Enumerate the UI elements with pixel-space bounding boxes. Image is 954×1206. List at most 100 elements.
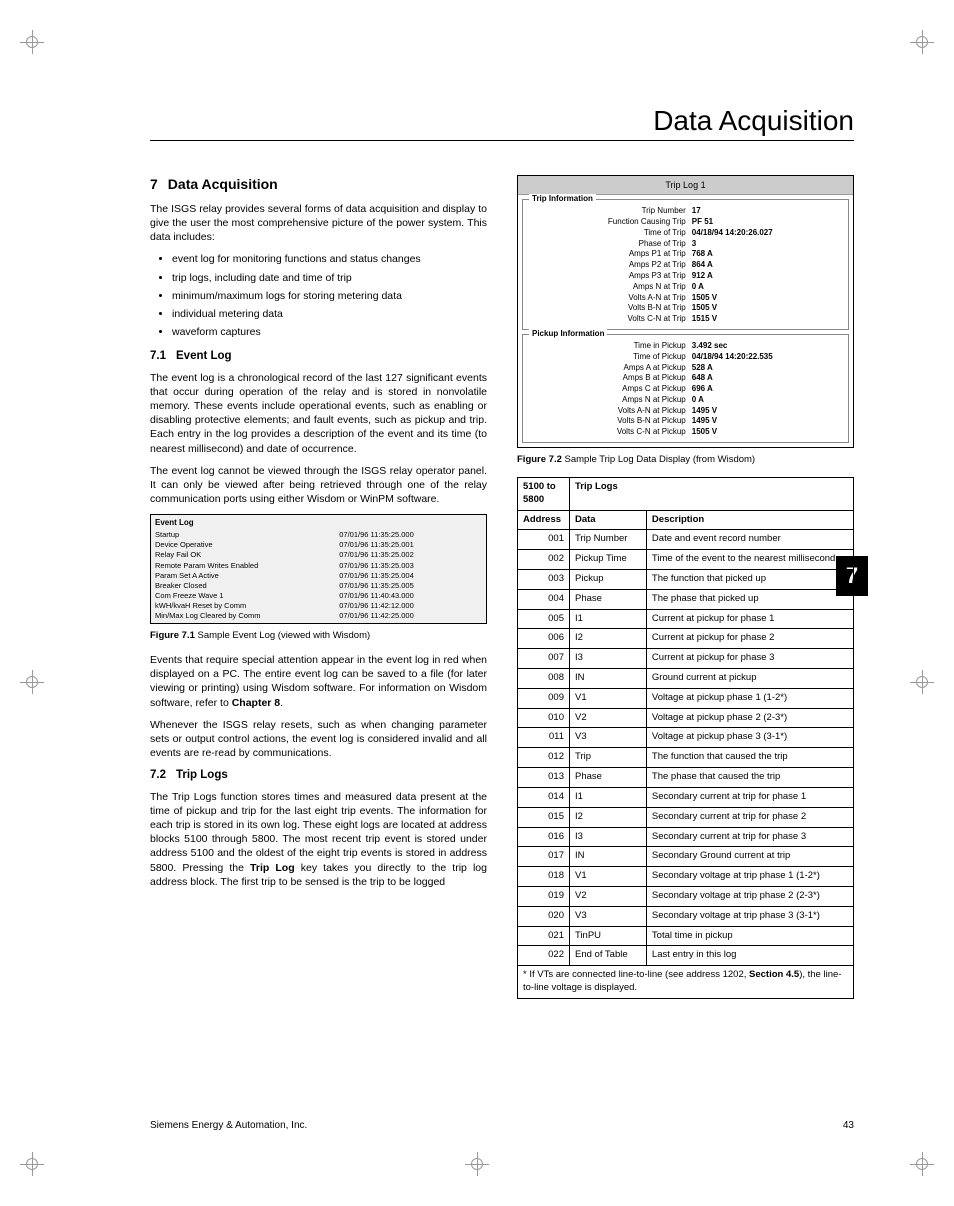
info-row: Function Causing TripPF 51 (529, 217, 842, 228)
cell-data: V2 (570, 886, 647, 906)
info-label: Time of Trip (529, 228, 692, 239)
table-row: 011V3Voltage at pickup phase 3 (3-1*) (518, 728, 854, 748)
info-label: Amps N at Pickup (529, 395, 692, 406)
trip-logs-table: 5100 to 5800 Trip Logs Address Data Desc… (517, 477, 854, 999)
info-value: 1515 V (692, 314, 717, 325)
event-name: Remote Param Writes Enabled (151, 561, 335, 571)
info-row: Amps C at Pickup696 A (529, 384, 842, 395)
col-address: Address (518, 510, 570, 530)
event-name: kWH/kvaH Reset by Comm (151, 601, 335, 611)
cell-data: End of Table (570, 946, 647, 966)
event-log-row: Param Set A Active07/01/96 11:35:25.004 (151, 571, 486, 581)
table-row: 003PickupThe function that picked up (518, 569, 854, 589)
cell-data: I2 (570, 629, 647, 649)
event-timestamp: 07/01/96 11:35:25.001 (335, 540, 486, 550)
info-value: 17 (692, 206, 701, 217)
info-label: Amps A at Pickup (529, 363, 692, 374)
info-row: Amps P3 at Trip912 A (529, 271, 842, 282)
info-label: Volts A-N at Pickup (529, 406, 692, 417)
cell-description: Date and event record number (646, 530, 853, 550)
bullet: event log for monitoring functions and s… (172, 252, 487, 266)
crop-mark (910, 1152, 934, 1176)
info-row: Volts A-N at Pickup1495 V (529, 406, 842, 417)
bullet: individual metering data (172, 307, 487, 321)
info-label: Amps P2 at Trip (529, 260, 692, 271)
cell-data: Trip Number (570, 530, 647, 550)
event-name: Param Set A Active (151, 571, 335, 581)
event-log-row: Startup07/01/96 11:35:25.000 (151, 530, 486, 540)
info-row: Volts A-N at Trip1505 V (529, 293, 842, 304)
table-row: 006I2Current at pickup for phase 2 (518, 629, 854, 649)
cell-data: Phase (570, 768, 647, 788)
p-7-1-a: The event log is a chronological record … (150, 371, 487, 456)
info-label: Amps C at Pickup (529, 384, 692, 395)
cell-data: V3 (570, 728, 647, 748)
right-column: Trip Log 1 Trip Information Trip Number1… (517, 175, 854, 1096)
heading-7-1-title: Event Log (176, 350, 232, 362)
table-row: 009V1Voltage at pickup phase 1 (1-2*) (518, 688, 854, 708)
info-label: Function Causing Trip (529, 217, 692, 228)
bullet: trip logs, including date and time of tr… (172, 271, 487, 285)
figure-7-2-label: Figure 7.2 (517, 454, 562, 465)
cell-address: 015 (518, 807, 570, 827)
cell-description: Current at pickup for phase 1 (646, 609, 853, 629)
cell-description: Secondary current at trip for phase 1 (646, 787, 853, 807)
chapter-8-ref: Chapter 8 (232, 697, 280, 709)
trip-logs-range-label: Trip Logs (570, 477, 854, 510)
cell-address: 012 (518, 748, 570, 768)
cell-data: I1 (570, 787, 647, 807)
table-row: 005I1Current at pickup for phase 1 (518, 609, 854, 629)
cell-address: 018 (518, 867, 570, 887)
cell-address: 008 (518, 669, 570, 689)
event-name: Min/Max Log Cleared by Comm (151, 611, 335, 621)
event-log-table: Startup07/01/96 11:35:25.000Device Opera… (151, 530, 486, 621)
cell-address: 020 (518, 906, 570, 926)
cell-address: 021 (518, 926, 570, 946)
page-number: 43 (843, 1120, 854, 1131)
cell-data: Trip (570, 748, 647, 768)
table-row: 021TinPUTotal time in pickup (518, 926, 854, 946)
cell-data: Pickup (570, 569, 647, 589)
info-row: Amps A at Pickup528 A (529, 363, 842, 374)
event-timestamp: 07/01/96 11:35:25.005 (335, 581, 486, 591)
table-row: 015I2Secondary current at trip for phase… (518, 807, 854, 827)
heading-7-2-title: Trip Logs (176, 769, 228, 781)
info-label: Volts C-N at Pickup (529, 427, 692, 438)
info-row: Trip Number17 (529, 206, 842, 217)
info-value: 1505 V (692, 293, 717, 304)
crop-mark (910, 670, 934, 694)
cell-description: The function that picked up (646, 569, 853, 589)
trip-log-sample: Trip Log 1 Trip Information Trip Number1… (517, 175, 854, 448)
cell-data: I1 (570, 609, 647, 629)
footer-company: Siemens Energy & Automation, Inc. (150, 1120, 307, 1131)
figure-7-1-label: Figure 7.1 (150, 630, 195, 641)
figure-7-2-caption: Figure 7.2 Sample Trip Log Data Display … (517, 454, 854, 467)
trip-logs-header-row: 5100 to 5800 Trip Logs (518, 477, 854, 510)
info-row: Amps N at Pickup0 A (529, 395, 842, 406)
info-value: 1505 V (692, 427, 717, 438)
cell-data: I3 (570, 827, 647, 847)
crop-mark (910, 30, 934, 54)
table-row: 004PhaseThe phase that picked up (518, 589, 854, 609)
cell-address: 003 (518, 569, 570, 589)
cell-data: I2 (570, 807, 647, 827)
left-column: 7Data Acquisition The ISGS relay provide… (150, 175, 487, 1096)
info-row: Amps B at Pickup648 A (529, 373, 842, 384)
info-label: Time of Pickup (529, 352, 692, 363)
cell-description: Time of the event to the nearest millise… (646, 550, 853, 570)
cell-description: The function that caused the trip (646, 748, 853, 768)
cell-description: Voltage at pickup phase 3 (3-1*) (646, 728, 853, 748)
cell-data: TinPU (570, 926, 647, 946)
table-row: 022End of TableLast entry in this log (518, 946, 854, 966)
event-timestamp: 07/01/96 11:35:25.004 (335, 571, 486, 581)
info-row: Amps P1 at Trip768 A (529, 249, 842, 260)
heading-7-1-num: 7.1 (150, 350, 166, 362)
trip-logs-range: 5100 to 5800 (518, 477, 570, 510)
cell-address: 005 (518, 609, 570, 629)
col-description: Description (646, 510, 853, 530)
info-row: Time in Pickup3.492 sec (529, 341, 842, 352)
heading-7-num: 7 (150, 176, 158, 192)
cell-data: V1 (570, 867, 647, 887)
cell-description: Secondary current at trip for phase 3 (646, 827, 853, 847)
info-value: 528 A (692, 363, 713, 374)
